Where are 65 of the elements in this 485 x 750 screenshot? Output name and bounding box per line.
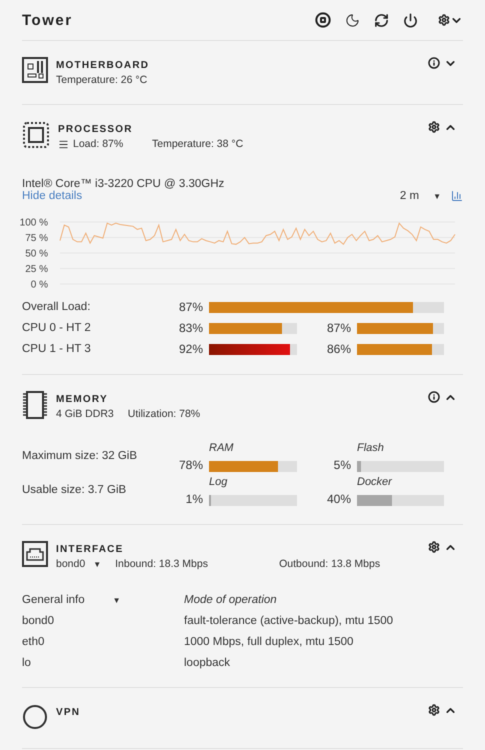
- bar-chart-icon[interactable]: [451, 190, 463, 202]
- table-cell-text: 1000 Mbps, full duplex, mtu 1500: [184, 636, 354, 648]
- axis-label: 25 %: [25, 264, 48, 275]
- stat-text: 4 GiB DDR3: [56, 408, 114, 420]
- stop-button[interactable]: [315, 12, 331, 28]
- section-title: PROCESSOR: [58, 124, 134, 135]
- info-button[interactable]: [428, 391, 440, 403]
- bar-name: RAM: [209, 442, 234, 454]
- table-cell-text: bond0: [22, 615, 55, 627]
- usage-reading: 78%: [178, 458, 204, 472]
- load-reading: 92%: [178, 342, 204, 356]
- section-title: MOTHERBOARD: [56, 60, 150, 71]
- settings-button[interactable]: [428, 121, 440, 133]
- settings-button[interactable]: [428, 704, 440, 716]
- bar-name: Flash: [357, 442, 385, 454]
- refresh-button[interactable]: [374, 12, 389, 28]
- row-label: CPU 0 - HT 2: [22, 322, 92, 334]
- hide-details-link[interactable]: Hide details: [22, 190, 82, 202]
- stat-text: Load: 87%: [73, 138, 124, 150]
- info-select[interactable]: General info ▼: [22, 594, 184, 606]
- stat-text: Temperature: 26 °C: [56, 74, 148, 86]
- usage-reading: 40%: [326, 492, 352, 506]
- settings-button[interactable]: [428, 541, 440, 553]
- axis-label: 75 %: [25, 233, 48, 244]
- axis-label: 0 %: [30, 280, 48, 290]
- row-label: CPU 1 - HT 3: [22, 343, 92, 355]
- server-name: Tower: [22, 12, 74, 28]
- interface-select[interactable]: bond0 ▼: [56, 558, 102, 570]
- power-button[interactable]: [403, 12, 418, 28]
- section-title: INTERFACE: [56, 544, 124, 555]
- bar-name: Log: [209, 476, 228, 488]
- axis-label: 50 %: [25, 248, 48, 260]
- table-cell-text: fault-tolerance (active-backup), mtu 1500: [184, 615, 394, 627]
- chip-icon: [22, 121, 50, 149]
- table-cell-text: loopback: [184, 657, 232, 669]
- usage-reading: 1%: [184, 492, 204, 506]
- cpu-model: Intel® Core™ i3-3220 CPU @ 3.30GHz: [22, 178, 226, 190]
- axis-label: 100 %: [20, 218, 48, 228]
- bar-name: Docker: [357, 476, 394, 488]
- row-label: Usable size: 3.7 GiB: [22, 484, 128, 496]
- column-heading: Mode of operation: [184, 594, 278, 606]
- ethernet-port-icon: [22, 541, 48, 567]
- section-title: MEMORY: [56, 394, 109, 405]
- load-reading: 87%: [326, 321, 352, 335]
- usage-reading: 5%: [332, 458, 352, 472]
- settings-menu-button[interactable]: [438, 14, 463, 26]
- gear-icon: [438, 14, 450, 26]
- load-reading: 87%: [178, 300, 204, 314]
- load-reading: 83%: [178, 321, 204, 335]
- section-title: VPN: [56, 707, 82, 718]
- stat-text: Inbound: 18.3 Mbps: [115, 558, 209, 570]
- stat-text: Utilization: 78%: [128, 408, 200, 420]
- load-reading: 86%: [326, 342, 352, 356]
- info-button[interactable]: [428, 57, 440, 69]
- moon-button[interactable]: [345, 12, 360, 28]
- menu-icon[interactable]: [58, 138, 69, 150]
- motherboard-icon: [22, 57, 48, 83]
- row-label: Overall Load:: [22, 301, 92, 313]
- stat-text: Outbound: 13.8 Mbps: [279, 558, 380, 570]
- row-label: Maximum size: 32 GiB: [22, 450, 138, 462]
- range-select[interactable]: 2 m ▼: [400, 190, 441, 202]
- table-cell-text: lo: [22, 657, 32, 669]
- memory-icon: [22, 391, 48, 419]
- table-cell-text: eth0: [22, 636, 46, 648]
- stat-text: Temperature: 38 °C: [152, 138, 244, 150]
